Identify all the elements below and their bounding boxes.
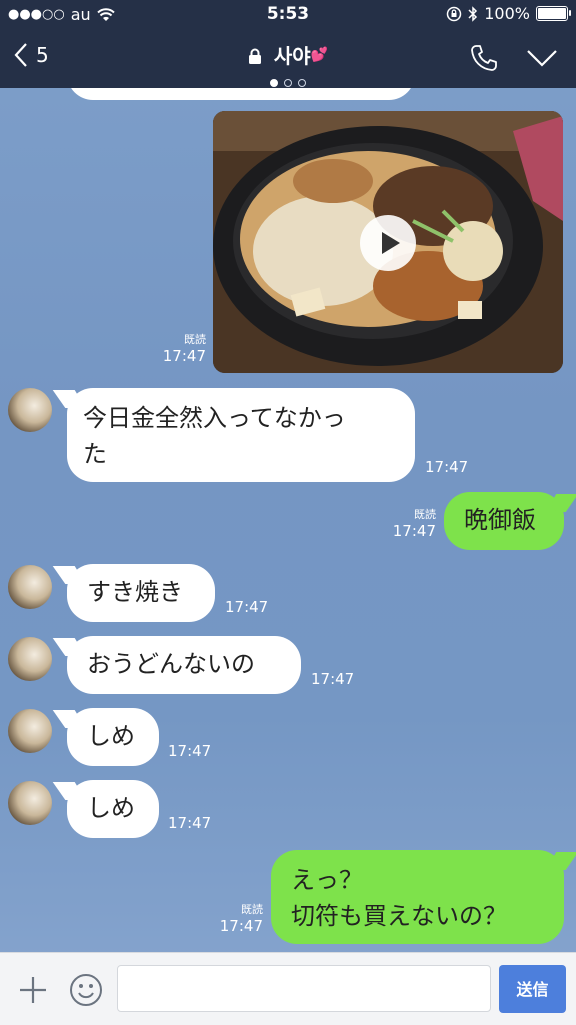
send-button[interactable]: 送信: [499, 965, 566, 1013]
message-bubble-incoming[interactable]: おうどんないの: [67, 636, 301, 694]
message-time: 17:47: [392, 522, 436, 540]
message-time: 17:47: [225, 598, 269, 616]
avatar[interactable]: [8, 388, 52, 432]
message-text: すき焼き: [87, 578, 183, 606]
status-bar: ●●●○○ au 5:53 100%: [0, 0, 576, 30]
message-text: 晩御飯: [464, 506, 536, 534]
video-meta: 既読 17:47: [150, 333, 206, 365]
message-meta: 17:47: [311, 670, 354, 688]
message-bubble-outgoing[interactable]: 晩御飯: [444, 492, 564, 550]
avatar[interactable]: [8, 637, 52, 681]
message-input-bar: 送信: [0, 952, 576, 1025]
message-meta: 17:47: [168, 814, 211, 832]
read-receipt: 既読: [414, 508, 436, 521]
chevron-down-icon[interactable]: [526, 48, 558, 68]
chat-title-text: 사야: [273, 44, 311, 68]
message-input[interactable]: [117, 965, 491, 1012]
message-text: おうどんないの: [87, 650, 255, 678]
avatar[interactable]: [8, 709, 52, 753]
battery-percent: 100%: [484, 4, 530, 23]
message-time: 17:47: [162, 347, 206, 365]
message-bubble-incoming[interactable]: しめ: [67, 780, 159, 838]
message-text-line-1: えっ？: [291, 866, 363, 894]
message-bubble-incoming[interactable]: 今日金全然入ってなかっ た: [67, 388, 415, 482]
avatar[interactable]: [8, 781, 52, 825]
message-text: しめ: [87, 794, 135, 822]
message-time: 17:47: [425, 458, 469, 476]
message-time: 17:47: [168, 814, 212, 832]
battery-icon: [536, 6, 571, 21]
message-meta: 既読 17:47: [380, 508, 436, 540]
page-dot: [284, 79, 292, 87]
chat-header: 5 사야💕: [0, 30, 576, 88]
message-text: 今日金全然入ってなかっ た: [83, 404, 346, 468]
plus-icon[interactable]: [18, 975, 48, 1005]
play-icon[interactable]: [360, 215, 416, 271]
message-list[interactable]: 既読 17:47 今日金全然入ってなかっ た 17:47 既読 17:47 晩御…: [0, 88, 576, 952]
message-text: しめ: [87, 722, 135, 750]
message-time: 17:47: [168, 742, 212, 760]
page-dot: [298, 79, 306, 87]
message-meta: 既読 17:47: [207, 903, 263, 935]
video-message-thumbnail[interactable]: [213, 111, 563, 373]
page-dot-active: [270, 79, 278, 87]
message-bubble-outgoing[interactable]: えっ？ 切符も買えないの？: [271, 850, 564, 944]
message-bubble-incoming[interactable]: すき焼き: [67, 564, 215, 622]
message-time: 17:47: [311, 670, 355, 688]
rotation-lock-icon: [447, 6, 462, 21]
message-meta: 17:47: [225, 598, 268, 616]
message-meta: 17:47: [168, 742, 211, 760]
avatar[interactable]: [8, 565, 52, 609]
emoji-icon[interactable]: [69, 973, 103, 1007]
partial-message-bubble: [67, 88, 415, 100]
heart-emoji: 💕: [310, 47, 329, 63]
message-text-line-2: 切符も買えないの？: [291, 902, 507, 930]
message-bubble-incoming[interactable]: しめ: [67, 708, 159, 766]
bluetooth-icon: [468, 5, 478, 22]
status-right: 100%: [446, 4, 571, 23]
lock-icon: [248, 48, 261, 64]
message-meta: 17:47: [425, 458, 468, 476]
message-time: 17:47: [219, 917, 263, 935]
read-receipt: 既読: [241, 903, 263, 916]
phone-icon[interactable]: [469, 43, 499, 73]
read-receipt: 既読: [184, 333, 206, 346]
